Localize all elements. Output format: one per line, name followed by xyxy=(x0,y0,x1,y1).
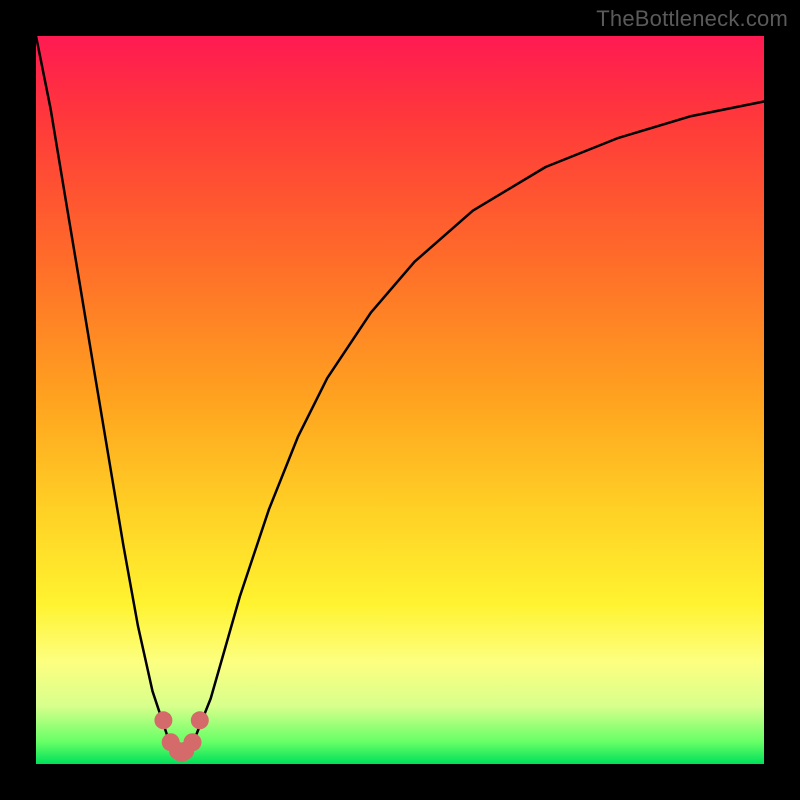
marker-dot xyxy=(191,711,209,729)
marker-group xyxy=(154,711,208,762)
watermark-text: TheBottleneck.com xyxy=(596,6,788,32)
plot-area xyxy=(36,36,764,764)
marker-dot xyxy=(154,711,172,729)
bottleneck-plot xyxy=(36,36,764,764)
marker-dot xyxy=(184,733,202,751)
bottleneck-curve xyxy=(36,36,764,753)
